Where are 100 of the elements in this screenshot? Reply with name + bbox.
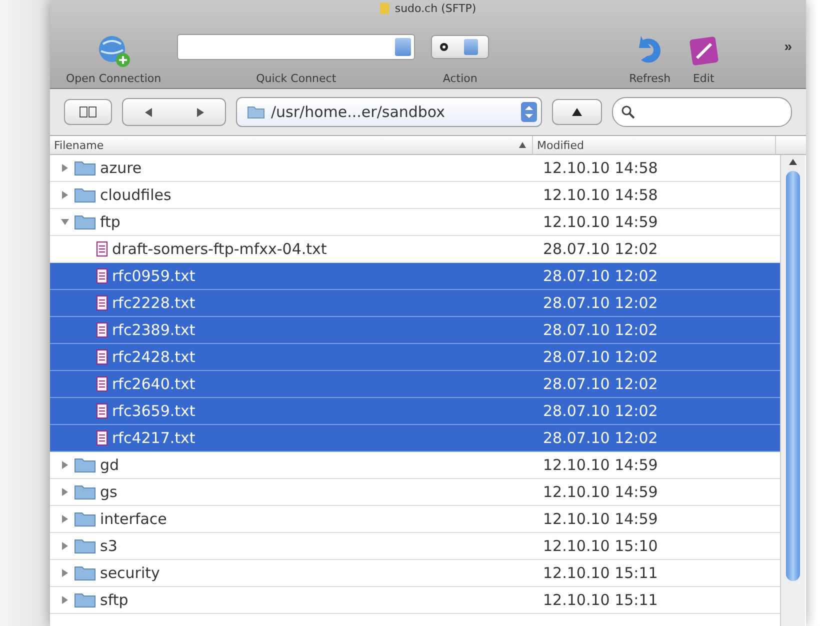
folder-icon [74,187,96,203]
filename-text: sftp [100,591,128,609]
modified-date: 28.07.10 12:02 [542,321,658,339]
file-row[interactable]: rfc2640.txt 28.07.10 12:02 [50,371,780,398]
file-row[interactable]: rfc0959.txt 28.07.10 12:02 [50,263,780,290]
modified-date: 28.07.10 12:02 [542,429,658,447]
disclosure-triangle-icon[interactable] [60,190,70,200]
search-icon [621,105,635,119]
disclosure-triangle-icon[interactable] [60,163,70,173]
filename-text: draft-somers-ftp-mfxx-04.txt [112,240,327,258]
filename-text: rfc2428.txt [112,348,196,366]
modified-date: 28.07.10 12:02 [542,375,658,393]
filename-text: rfc2228.txt [112,294,196,312]
text-file-icon [96,403,108,419]
quick-connect-field[interactable] [177,34,416,60]
filename-text: security [100,564,160,582]
text-file-icon [96,349,108,365]
back-arrow-icon[interactable] [144,108,152,116]
text-file-icon [96,322,108,338]
folder-icon [74,565,96,581]
action-menu[interactable] [431,35,490,59]
text-file-icon [96,430,108,446]
file-row[interactable]: rfc4217.txt 28.07.10 12:02 [50,425,780,452]
book-icon [79,106,97,118]
file-row[interactable]: rfc3659.txt 28.07.10 12:02 [50,398,780,425]
folder-icon [74,592,96,608]
stepper-icon [521,102,537,122]
path-dropdown[interactable]: /usr/home...er/sandbox [236,97,542,127]
scrollbar[interactable] [780,155,805,626]
file-row[interactable]: gs 12.10.10 14:59 [50,479,780,506]
back-forward-control[interactable] [122,98,226,126]
folder-icon [74,214,96,230]
filename-text: gd [100,456,120,474]
filename-text: s3 [100,537,118,555]
forward-arrow-icon[interactable] [196,108,204,116]
folder-icon [247,105,265,119]
folder-icon [74,511,96,527]
scroll-up-arrow-icon[interactable] [789,159,797,165]
disclosure-triangle-icon[interactable] [60,487,70,497]
text-file-icon [96,376,108,392]
folder-icon [74,457,96,473]
modified-date: 12.10.10 15:11 [542,591,658,609]
filename-text: rfc2640.txt [112,375,196,393]
toolbar-overflow-button[interactable]: » [778,38,798,66]
modified-date: 12.10.10 15:11 [542,564,658,582]
text-file-icon [96,241,108,257]
gear-icon [439,42,450,52]
disclosure-triangle-icon[interactable] [60,568,70,578]
disclosure-triangle-icon[interactable] [60,514,70,524]
filename-text: rfc2389.txt [112,321,196,339]
disclosure-triangle-icon[interactable] [60,217,70,227]
file-row[interactable]: ftp 12.10.10 14:59 [50,209,780,236]
column-header[interactable]: Modified [533,136,776,154]
file-row[interactable]: rfc2228.txt 28.07.10 12:02 [50,290,780,317]
text-file-icon [96,268,108,284]
modified-date: 12.10.10 14:59 [542,213,658,231]
browser-toggle-button[interactable] [64,99,112,125]
text-file-icon [96,295,108,311]
search-field[interactable] [612,97,792,127]
modified-date: 28.07.10 12:02 [542,348,658,366]
filename-text: rfc4217.txt [112,429,196,447]
filename-text: rfc3659.txt [112,402,196,420]
file-row[interactable]: rfc2389.txt 28.07.10 12:02 [50,317,780,344]
file-row[interactable]: sftp 12.10.10 15:11 [50,587,780,614]
file-row[interactable]: azure 12.10.10 14:58 [50,155,780,182]
up-arrow-icon [572,108,582,116]
filename-text: azure [100,159,142,177]
filename-text: interface [100,510,167,528]
filename-text: rfc0959.txt [112,267,196,285]
file-row[interactable]: security 12.10.10 15:11 [50,560,780,587]
file-row[interactable]: interface 12.10.10 14:59 [50,506,780,533]
toolbar-button[interactable]: Quick Connect [169,19,424,85]
file-row[interactable]: cloudfiles 12.10.10 14:58 [50,182,780,209]
toolbar-button[interactable]: Edit [678,19,729,85]
file-row[interactable]: s3 12.10.10 15:10 [50,533,780,560]
disclosure-triangle-icon[interactable] [60,595,70,605]
toolbar-button[interactable]: Refresh [621,19,679,85]
filename-text: gs [100,483,118,501]
file-row[interactable]: rfc2428.txt 28.07.10 12:02 [50,344,780,371]
modified-date: 12.10.10 14:58 [542,159,658,177]
file-row[interactable]: gd 12.10.10 14:59 [50,452,780,479]
column-header[interactable]: Filename [50,136,533,154]
modified-date: 12.10.10 14:59 [542,483,658,501]
filename-text: cloudfiles [100,186,172,204]
disclosure-triangle-icon[interactable] [60,541,70,551]
toolbar-button[interactable]: Open Connection [58,19,170,85]
filename-text: ftp [100,213,120,231]
toolbar-button[interactable]: Action [423,19,498,85]
folder-icon [74,160,96,176]
folder-icon [74,538,96,554]
edit-icon [686,34,721,68]
modified-date: 12.10.10 15:10 [542,537,658,555]
modified-date: 12.10.10 14:59 [542,456,658,474]
globe-icon [96,34,131,68]
modified-date: 28.07.10 12:02 [542,240,658,258]
disclosure-triangle-icon[interactable] [60,460,70,470]
window-title: sudo.ch (SFTP) [394,2,476,14]
modified-date: 12.10.10 14:59 [542,510,658,528]
folder-icon [74,484,96,500]
parent-folder-button[interactable] [552,99,602,125]
